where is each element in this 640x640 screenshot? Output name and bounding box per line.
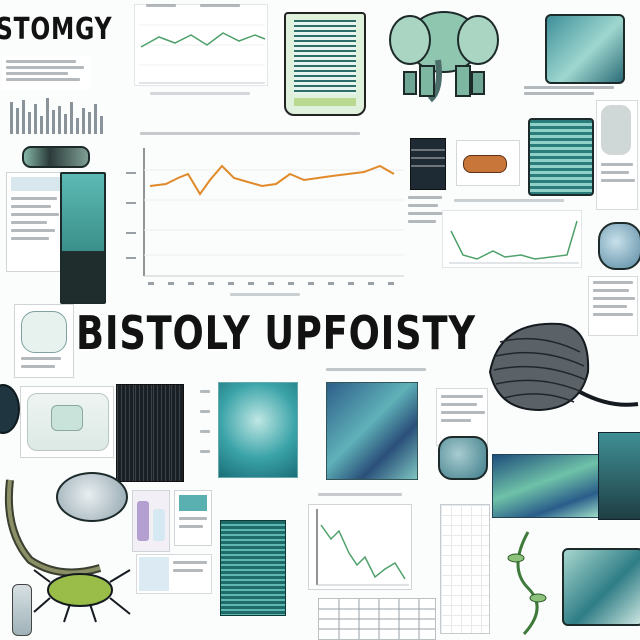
teal-corner-specimen bbox=[562, 548, 640, 626]
teal-specimen-top-right bbox=[545, 14, 625, 84]
sketch-document-left bbox=[14, 304, 74, 378]
beetle-illustration bbox=[33, 569, 131, 623]
top-line-chart bbox=[134, 4, 268, 86]
bottom-table bbox=[318, 598, 436, 640]
scan-header-caption bbox=[326, 364, 436, 376]
left-document bbox=[6, 172, 64, 272]
top-line-chart-svg bbox=[139, 24, 266, 84]
blue-bead-specimen bbox=[598, 222, 640, 270]
grid-sheet bbox=[440, 504, 490, 634]
top-caption bbox=[140, 0, 270, 14]
vine-illustration bbox=[507, 531, 547, 636]
blue-tissue-scan bbox=[326, 382, 418, 480]
main-chart-header bbox=[140, 130, 370, 138]
green-line-chart bbox=[442, 210, 582, 268]
main-line-chart bbox=[118, 140, 408, 290]
teal-stack-specimen bbox=[528, 118, 594, 196]
elephant-illustration bbox=[389, 11, 499, 103]
schematic-document bbox=[20, 386, 114, 458]
bottom-docs-left bbox=[136, 554, 212, 594]
capsule-specimen bbox=[22, 146, 90, 168]
dark-grid-panel bbox=[116, 384, 184, 482]
bottom-line-chart-svg bbox=[316, 509, 409, 586]
orange-specimen-panel bbox=[456, 140, 520, 186]
doc-top-right bbox=[520, 82, 638, 100]
shield-specimen-panel bbox=[284, 12, 366, 116]
doc-right-column bbox=[596, 100, 638, 210]
bottom-table-grid bbox=[319, 599, 435, 639]
title-top-left: STOMGY bbox=[0, 12, 113, 47]
label-doc-center-left bbox=[174, 490, 212, 546]
top-chart-footnote bbox=[140, 90, 270, 100]
bottom-line-chart bbox=[308, 504, 412, 590]
doc-top-left bbox=[2, 56, 90, 90]
dark-document bbox=[410, 138, 446, 190]
main-chart-footer bbox=[230, 292, 310, 298]
whale-illustration bbox=[488, 322, 639, 412]
mini-bar-panel-top-left bbox=[8, 92, 108, 138]
teal-organ-scan bbox=[218, 382, 298, 478]
tube-specimen bbox=[12, 584, 32, 636]
teal-striped-block bbox=[220, 520, 286, 616]
teal-figure-right-edge bbox=[598, 432, 640, 520]
ocean-map-panel bbox=[492, 454, 600, 518]
bottles-panel bbox=[132, 490, 170, 552]
teal-rock-specimen bbox=[438, 436, 488, 480]
green-chart-caption bbox=[454, 196, 574, 206]
doc-scan-caption bbox=[196, 380, 216, 490]
teal-device-panel bbox=[60, 172, 106, 304]
oval-specimen bbox=[56, 472, 128, 522]
doc-under-dark bbox=[406, 192, 446, 248]
title-center: BISTOLY UPFOISTY bbox=[76, 306, 476, 360]
dark-round-specimen bbox=[0, 384, 20, 434]
mini-bar-graphic bbox=[10, 98, 103, 134]
bottom-chart-caption bbox=[318, 490, 408, 500]
main-line-chart-svg bbox=[126, 148, 404, 285]
green-line-chart-svg bbox=[449, 220, 579, 264]
